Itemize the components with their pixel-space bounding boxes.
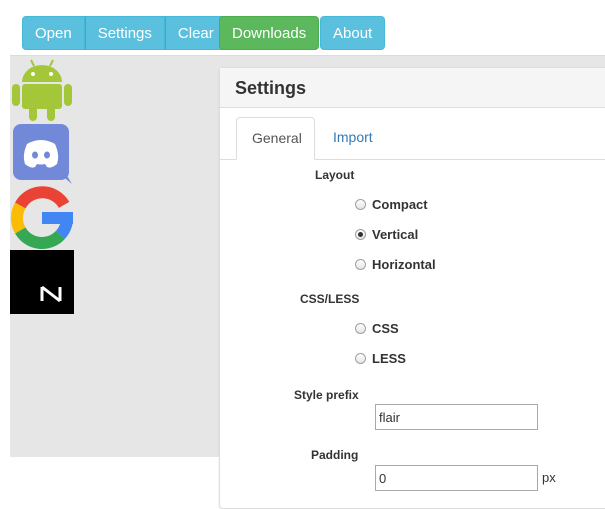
- tab-general[interactable]: General: [236, 117, 315, 160]
- css-less-label: CSS/LESS: [300, 292, 360, 306]
- layout-option-vertical[interactable]: Vertical: [355, 224, 418, 244]
- toolbar: Open Settings Clear Downloads About: [10, 10, 605, 56]
- android-icon: [12, 59, 72, 121]
- radio-button[interactable]: [355, 322, 366, 334]
- padding-label: Padding: [311, 448, 359, 462]
- layout-option-compact[interactable]: Compact: [355, 194, 428, 214]
- notion-icon: [10, 250, 74, 314]
- app-launcher: [10, 58, 74, 314]
- launcher-item-notion[interactable]: [10, 250, 74, 314]
- radio-label: Vertical: [372, 226, 419, 242]
- launcher-item-android[interactable]: [10, 58, 74, 122]
- file-button-group: Open Settings Clear: [22, 16, 227, 50]
- settings-panel-title: Settings: [220, 68, 605, 108]
- settings-panel: Settings General Import Layout Compact V…: [219, 67, 605, 509]
- settings-button[interactable]: Settings: [84, 16, 165, 50]
- launcher-item-discord[interactable]: [10, 122, 74, 186]
- settings-tabs: General Import: [220, 108, 605, 160]
- radio-label: CSS: [372, 320, 399, 336]
- launcher-item-google[interactable]: [10, 186, 74, 250]
- padding-unit-label: px: [542, 470, 556, 485]
- padding-input[interactable]: [375, 465, 538, 491]
- downloads-button[interactable]: Downloads: [219, 16, 320, 50]
- layout-label: Layout: [315, 168, 355, 182]
- radio-label: LESS: [372, 350, 406, 366]
- tab-import[interactable]: Import: [318, 117, 388, 160]
- radio-label: Compact: [372, 196, 428, 212]
- clear-button[interactable]: Clear: [164, 16, 227, 50]
- style-prefix-input[interactable]: [375, 404, 538, 430]
- google-icon: [11, 186, 73, 249]
- radio-button[interactable]: [355, 198, 366, 210]
- radio-button[interactable]: [355, 352, 366, 364]
- layout-option-horizontal[interactable]: Horizontal: [355, 254, 436, 274]
- radio-button[interactable]: [355, 228, 366, 240]
- css-option[interactable]: CSS: [355, 318, 399, 338]
- radio-button[interactable]: [355, 258, 366, 270]
- less-option[interactable]: LESS: [355, 348, 406, 368]
- open-button[interactable]: Open: [22, 16, 85, 50]
- radio-label: Horizontal: [372, 256, 436, 272]
- about-button[interactable]: About: [320, 16, 386, 50]
- style-prefix-label: Style prefix: [294, 388, 359, 402]
- discord-icon: [13, 124, 72, 184]
